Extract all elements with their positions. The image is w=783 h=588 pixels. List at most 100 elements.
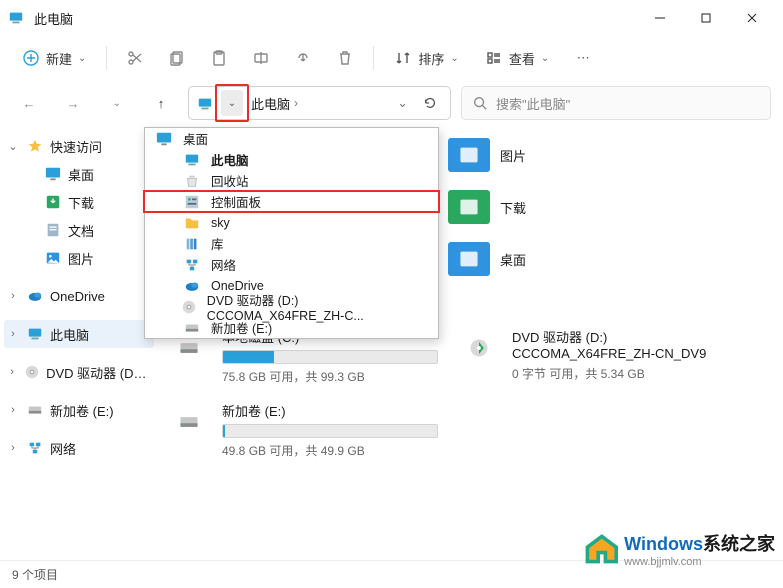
address-bar[interactable]: ⌄ 此电脑 › ⌄ <box>188 86 451 120</box>
address-menu-item[interactable]: 回收站 <box>145 170 438 191</box>
share-button[interactable] <box>285 42 321 74</box>
copy-button[interactable] <box>159 42 195 74</box>
forward-button[interactable]: → <box>56 86 90 120</box>
minimize-button[interactable] <box>637 3 683 33</box>
dvd-icon <box>24 364 40 380</box>
breadcrumb-chevron-icon[interactable]: › <box>294 96 298 110</box>
back-button[interactable]: ← <box>12 86 46 120</box>
view-button[interactable]: 查看 ⌄ <box>475 42 559 74</box>
folder-icon <box>183 215 201 231</box>
sort-label: 排序 <box>418 49 444 68</box>
address-menu-item[interactable]: 控制面板 <box>145 191 438 212</box>
address-menu-item[interactable]: 桌面 <box>145 128 438 149</box>
address-menu-label: 网络 <box>211 255 236 274</box>
titlebar: 此电脑 <box>0 0 783 36</box>
sidebar-item-label: 新加卷 (E:) <box>50 401 114 420</box>
window-controls <box>637 3 775 33</box>
address-menu-item[interactable]: 库 <box>145 233 438 254</box>
address-menu-label: 回收站 <box>211 171 249 190</box>
sidebar: ⌄ 快速访问 桌面 下载 文档 图片 › OneDrive › 此电脑 <box>0 126 158 560</box>
new-button[interactable]: 新建 ⌄ <box>12 42 96 74</box>
address-menu-item[interactable]: 此电脑 <box>145 149 438 170</box>
chevron-right-icon[interactable]: › <box>6 366 18 378</box>
cut-button[interactable] <box>117 42 153 74</box>
drive-item[interactable]: DVD 驱动器 (D:) CCCOMA_X64FRE_ZH-CN_DV9 0 字… <box>458 327 728 385</box>
address-menu-item[interactable]: sky <box>145 212 438 233</box>
folder-label: 桌面 <box>500 250 526 269</box>
network-icon <box>26 440 44 456</box>
drive-icon <box>183 320 201 336</box>
drive-title: 新加卷 (E:) <box>222 401 438 420</box>
sidebar-item-label: 图片 <box>68 249 94 268</box>
folder-label: 图片 <box>500 146 526 165</box>
drive-subtitle: 75.8 GB 可用，共 99.3 GB <box>222 368 438 385</box>
address-menu-label: 库 <box>211 234 224 253</box>
close-button[interactable] <box>729 3 775 33</box>
sidebar-item-label: 网络 <box>50 439 76 458</box>
chevron-right-icon[interactable]: › <box>6 442 20 454</box>
more-button[interactable]: ⋯ <box>565 42 601 74</box>
search-input[interactable]: 搜索"此电脑" <box>461 86 771 120</box>
paste-button[interactable] <box>201 42 237 74</box>
network-icon <box>183 257 201 273</box>
drive-subtitle: 49.8 GB 可用，共 49.9 GB <box>222 442 438 459</box>
chevron-down-icon[interactable]: ⌄ <box>6 140 20 153</box>
recent-button[interactable]: ⌄ <box>100 86 134 120</box>
sidebar-item[interactable]: 文档 <box>22 216 154 244</box>
rename-button[interactable] <box>243 42 279 74</box>
search-placeholder: 搜索"此电脑" <box>496 94 570 113</box>
sidebar-item[interactable]: 桌面 <box>22 160 154 188</box>
pc-icon <box>26 326 44 342</box>
hdd-icon <box>168 401 210 443</box>
sidebar-item[interactable]: › DVD 驱动器 (D:) CC <box>4 358 154 386</box>
separator <box>373 46 374 70</box>
chevron-down-icon: ⌄ <box>541 53 549 64</box>
separator <box>106 46 107 70</box>
sidebar-item-label: 桌面 <box>68 165 94 184</box>
watermark: Windows系统之家 www.bjjmlv.com <box>582 530 775 568</box>
address-menu-label: 控制面板 <box>211 192 261 211</box>
watermark-title: Windows系统之家 <box>624 530 775 556</box>
house-icon <box>582 531 618 567</box>
address-menu-item[interactable]: DVD 驱动器 (D:) CCCOMA_X64FRE_ZH-C... <box>145 296 438 317</box>
address-menu-label: 桌面 <box>183 129 208 148</box>
address-history-chevron-icon[interactable]: ⌄ <box>389 95 416 111</box>
refresh-button[interactable] <box>416 95 444 111</box>
sidebar-item[interactable]: 图片 <box>22 244 154 272</box>
watermark-url: www.bjjmlv.com <box>624 556 775 568</box>
address-dropdown-button[interactable]: ⌄ <box>221 90 243 116</box>
sidebar-item[interactable]: › 此电脑 <box>4 320 154 348</box>
sidebar-item[interactable]: › OneDrive <box>4 282 154 310</box>
drive-title: DVD 驱动器 (D:) CCCOMA_X64FRE_ZH-CN_DV9 <box>512 327 728 361</box>
dvd-icon <box>181 299 197 315</box>
sidebar-item[interactable]: › 新加卷 (E:) <box>4 396 154 424</box>
chevron-right-icon[interactable]: › <box>6 328 20 340</box>
sidebar-item[interactable]: 下载 <box>22 188 154 216</box>
delete-button[interactable] <box>327 42 363 74</box>
sidebar-item[interactable]: › 网络 <box>4 434 154 462</box>
drive-item[interactable]: 新加卷 (E:) 49.8 GB 可用，共 49.9 GB <box>168 401 438 459</box>
nav-row: ← → ⌄ ↑ ⌄ 此电脑 › ⌄ 搜索"此电脑" <box>0 80 783 126</box>
folder-tile[interactable]: 图片 <box>448 132 618 178</box>
maximize-button[interactable] <box>683 3 729 33</box>
sidebar-quick-access[interactable]: ⌄ 快速访问 <box>4 132 154 160</box>
address-menu-label: 新加卷 (E:) <box>211 318 272 337</box>
chevron-right-icon[interactable]: › <box>6 404 20 416</box>
recycle-icon <box>183 173 201 189</box>
folder-icon <box>448 242 490 276</box>
up-button[interactable]: ↑ <box>144 86 178 120</box>
folder-tile[interactable]: 下载 <box>448 184 618 230</box>
status-text: 9 个项目 <box>12 566 58 583</box>
folder-tile[interactable]: 桌面 <box>448 236 618 282</box>
address-dropdown-menu: 桌面 此电脑 回收站 控制面板 sky 库 网络 OneDrive DVD 驱动 <box>144 127 439 339</box>
sort-button[interactable]: 排序 ⌄ <box>384 42 468 74</box>
onedrive-icon <box>26 288 44 304</box>
address-menu-item[interactable]: 网络 <box>145 254 438 275</box>
view-label: 查看 <box>509 49 535 68</box>
dvd-green-icon <box>458 327 500 369</box>
sidebar-item-label: 快速访问 <box>50 137 102 156</box>
chevron-right-icon[interactable]: › <box>6 290 20 302</box>
chevron-down-icon: ⌄ <box>78 53 86 64</box>
sidebar-item-label: 文档 <box>68 221 94 240</box>
address-text: 此电脑 <box>251 94 290 113</box>
